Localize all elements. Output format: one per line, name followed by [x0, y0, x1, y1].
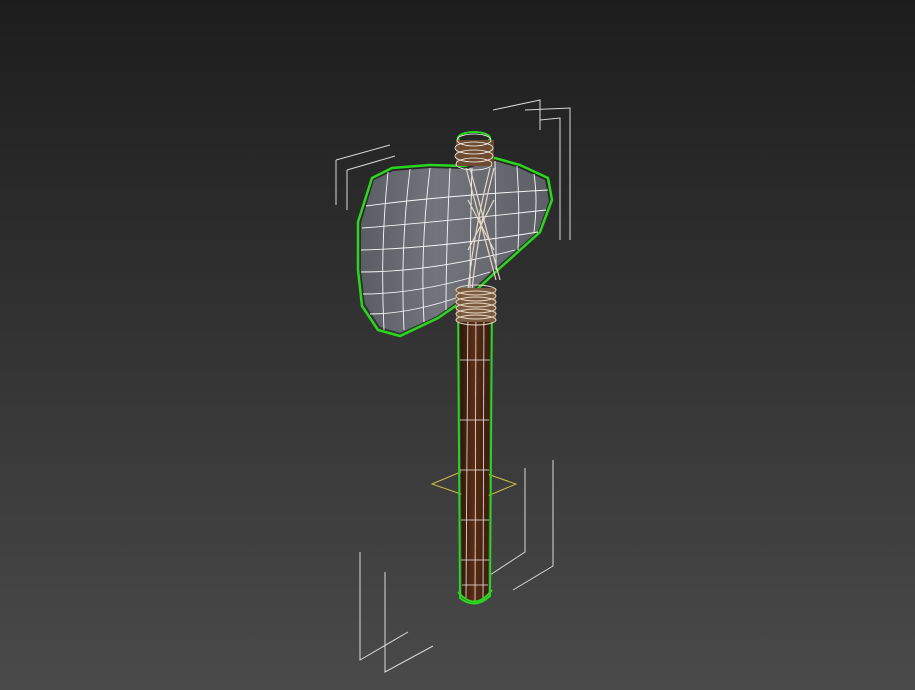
viewport-scene[interactable]: [0, 0, 915, 690]
rope-binding-wrap: [455, 284, 497, 326]
axe-handle[interactable]: [456, 299, 494, 605]
3d-viewport[interactable]: [0, 0, 915, 690]
